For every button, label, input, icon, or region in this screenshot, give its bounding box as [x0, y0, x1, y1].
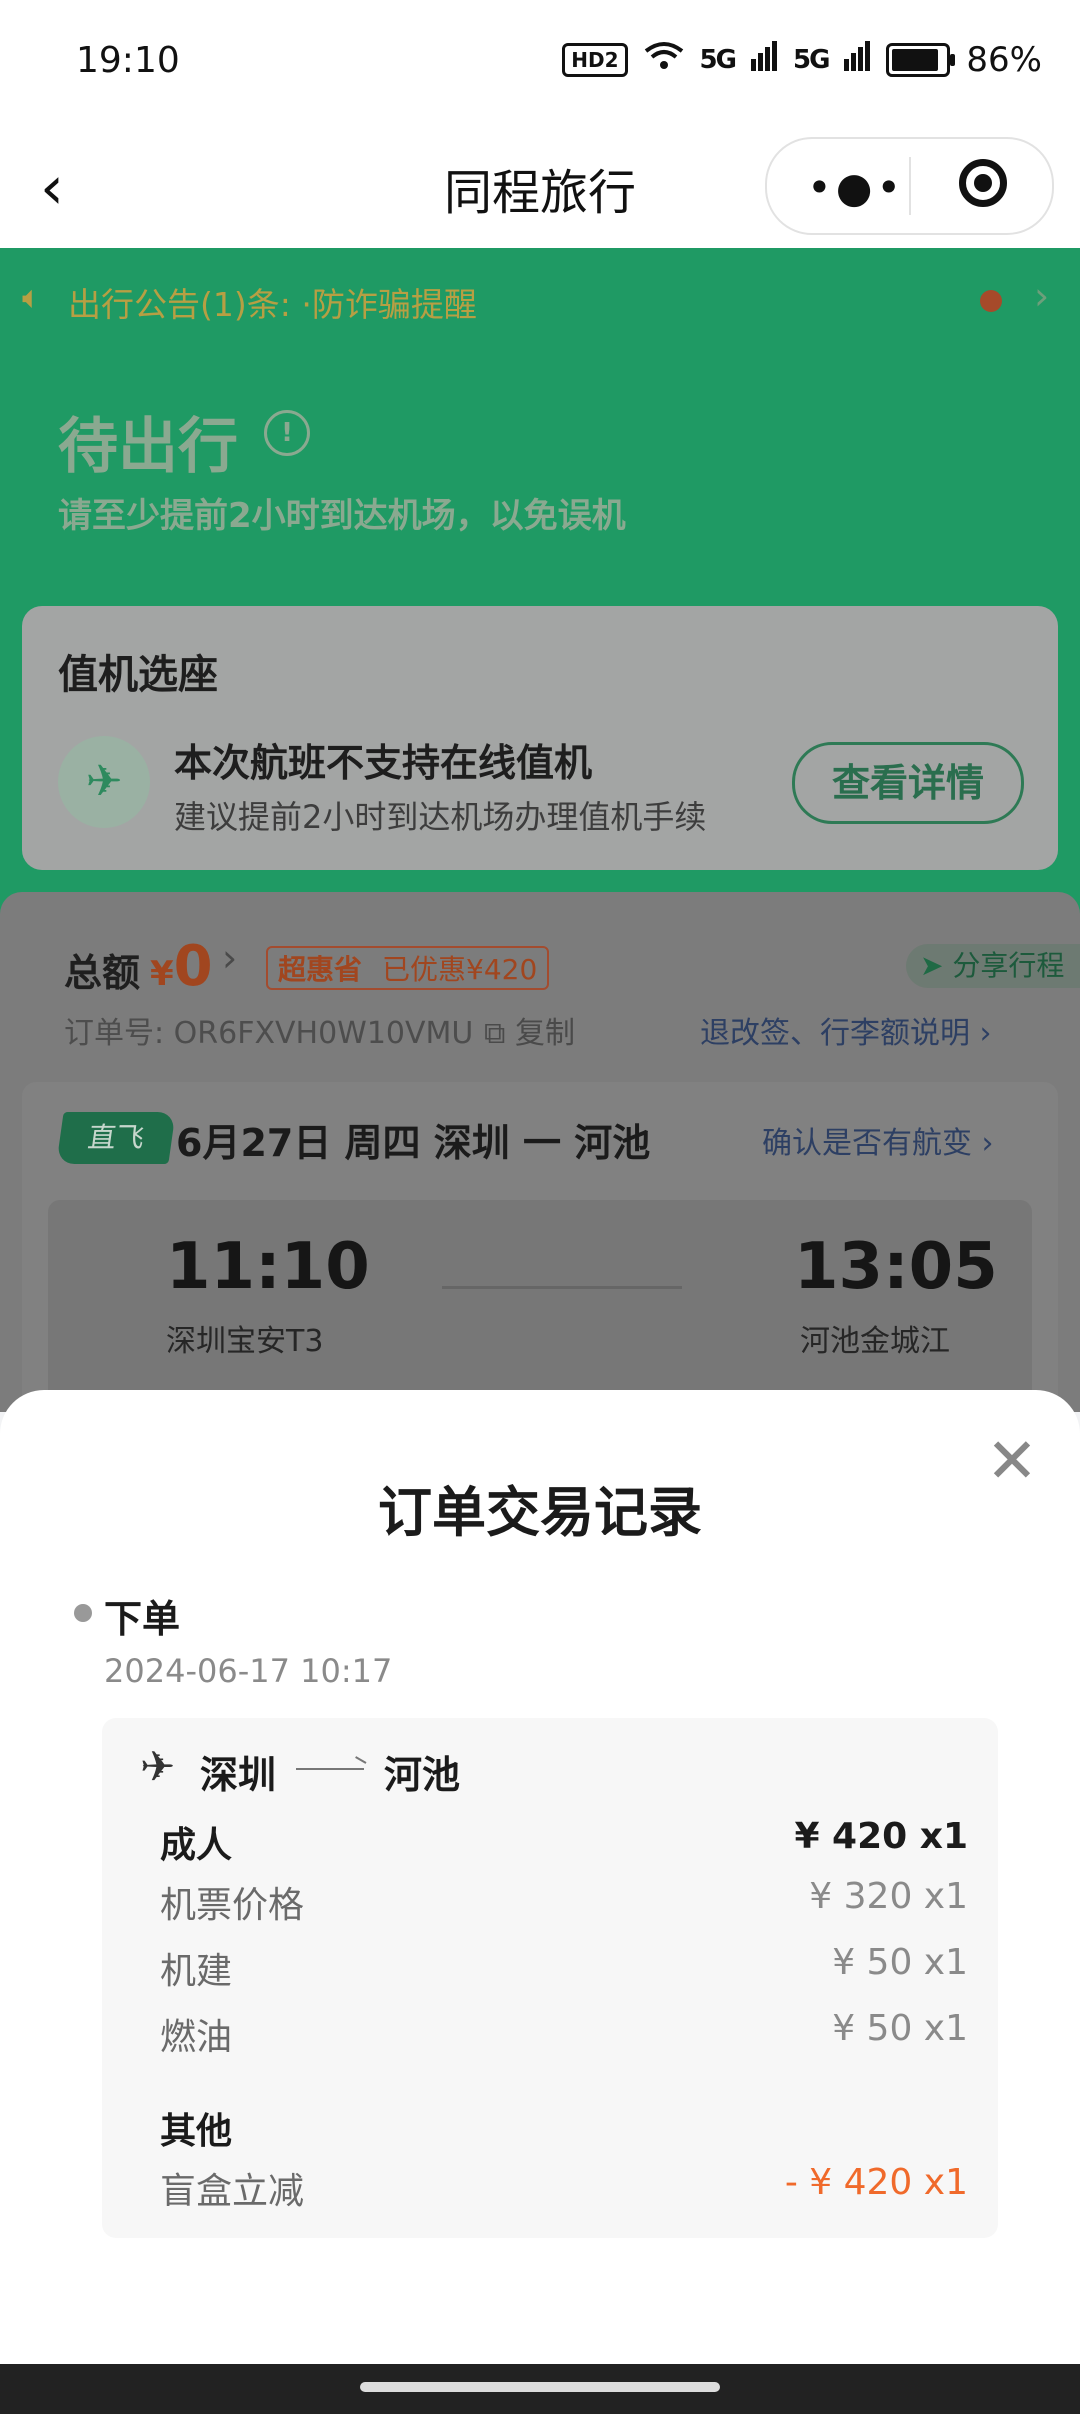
row-ticket-value: ¥ 320 x1	[809, 1876, 968, 1917]
departure-time: 11:10	[166, 1230, 370, 1304]
departure-airport: 深圳宝安T3	[166, 1324, 324, 1359]
price-detail-box: ✈ 深圳 河池 成人 ¥ 420 x1 机票价格 ¥ 320 x1 机建 ¥ 5…	[102, 1718, 998, 2238]
battery-icon	[886, 43, 956, 77]
home-indicator[interactable]	[360, 2382, 720, 2392]
row-adult-value: ¥ 420 x1	[794, 1816, 968, 1857]
row-fuel-label: 燃油	[160, 2017, 233, 2058]
rules-link[interactable]: 退改签、行李额说明 ›	[700, 1008, 992, 1052]
row-fuel-value: ¥ 50 x1	[832, 2008, 968, 2049]
more-dots-icon[interactable]: •●•	[807, 163, 905, 212]
direct-tag: 直飞	[56, 1112, 176, 1164]
arrival-time: 13:05	[794, 1230, 998, 1304]
row-ticket-label: 机票价格	[160, 1885, 305, 1926]
flight-card: 直飞 6月27日 周四 深圳 一 河池 确认是否有航变 › 11:10 深圳宝安…	[22, 1082, 1058, 1412]
promo-badge: 超惠省 已优惠¥420	[266, 946, 550, 990]
order-card: 总额 ¥0 › 超惠省 已优惠¥420 ➤ 分享行程 订单号: OR6FXVH0…	[0, 892, 1080, 1412]
checkin-sub-text: 建议提前2小时到达机场办理值机手续	[174, 798, 707, 836]
timeline-event: 下单	[104, 1597, 181, 1641]
transaction-record-sheet: ✕ 订单交易记录 下单 2024-06-17 10:17 ✈ 深圳 河池 成人 …	[0, 1390, 1080, 2364]
flight-line	[442, 1286, 682, 1289]
hd-icon: HD2	[562, 43, 628, 77]
send-icon: ➤	[920, 949, 953, 982]
trip-status-subtitle: 请至少提前2小时到达机场，以免误机	[58, 496, 626, 536]
share-trip-button[interactable]: ➤ 分享行程	[906, 944, 1080, 988]
speaker-icon: 🔈︎	[22, 278, 42, 316]
chevron-right-icon[interactable]: ›	[222, 936, 237, 980]
signal-icon-2: 5G	[792, 45, 830, 75]
arrival-airport: 河池金城江	[800, 1324, 950, 1359]
chevron-right-icon: ›	[1034, 274, 1050, 318]
notice-text: 出行公告(1)条: ·防诈骗提醒	[68, 285, 477, 324]
timeline-dot	[74, 1604, 92, 1622]
row-blindbox-value: - ¥ 420 x1	[784, 2162, 968, 2203]
target-icon[interactable]	[959, 159, 1007, 207]
plane-icon: ✈	[140, 1742, 176, 1791]
wifi-icon	[644, 40, 684, 80]
status-icons: HD2 5G 5G 86%	[562, 40, 1042, 80]
row-airport-fee-label: 机建	[160, 1951, 233, 1992]
checkin-title: 值机选座	[58, 652, 218, 698]
copy-icon: ⧉	[484, 1016, 515, 1051]
confirm-change-link[interactable]: 确认是否有航变 ›	[762, 1118, 994, 1162]
view-details-button[interactable]: 查看详情	[792, 742, 1024, 824]
copy-button[interactable]: ⧉ 复制	[484, 1008, 575, 1052]
route-date: 6月27日 周四 深圳 一 河池	[176, 1121, 651, 1165]
notice-dot	[980, 290, 1002, 312]
nav-bar: ‹ 同程旅行 •●•	[0, 125, 1080, 248]
flight-times: 11:10 深圳宝安T3 13:05 河池金城江	[48, 1200, 1032, 1412]
route-to: 河池	[384, 1753, 461, 1797]
battery-text: 86%	[966, 40, 1042, 80]
info-icon[interactable]: !	[264, 410, 310, 456]
promo-saved: 已优惠¥420	[382, 953, 538, 986]
row-airport-fee-value: ¥ 50 x1	[832, 1942, 968, 1983]
signal-bars-icon-2	[844, 40, 871, 80]
total-amount: ¥0	[150, 934, 213, 999]
row-adult-label: 成人	[160, 1825, 233, 1866]
timeline-time: 2024-06-17 10:17	[104, 1652, 393, 1690]
row-other-label: 其他	[160, 2111, 233, 2152]
arrow-right-icon	[296, 1768, 364, 1770]
sheet-title: 订单交易记录	[378, 1481, 702, 1544]
plane-icon: ✈	[58, 736, 150, 828]
status-time: 19:10	[76, 40, 180, 81]
signal-icon: 5G	[699, 45, 737, 75]
total-label: 总额	[64, 951, 141, 995]
mini-program-capsule: •●•	[765, 137, 1054, 235]
signal-bars-icon	[750, 40, 777, 80]
status-bar: 19:10 HD2 5G 5G 86%	[0, 0, 1080, 125]
checkin-card: 值机选座 ✈ 本次航班不支持在线值机 建议提前2小时到达机场办理值机手续 查看详…	[22, 606, 1058, 870]
notice-bar[interactable]: 🔈︎ 出行公告(1)条: ·防诈骗提醒 ›	[0, 248, 1080, 348]
promo-tag: 超惠省	[278, 953, 363, 986]
route-from: 深圳	[200, 1753, 277, 1797]
gesture-bar	[0, 2364, 1080, 2414]
order-number: 订单号: OR6FXVH0W10VMU	[64, 1016, 474, 1051]
capsule-divider	[909, 157, 911, 215]
row-blindbox-label: 盲盒立减	[160, 2171, 305, 2212]
trip-status-title: 待出行	[58, 412, 238, 482]
checkin-main-text: 本次航班不支持在线值机	[174, 741, 593, 785]
